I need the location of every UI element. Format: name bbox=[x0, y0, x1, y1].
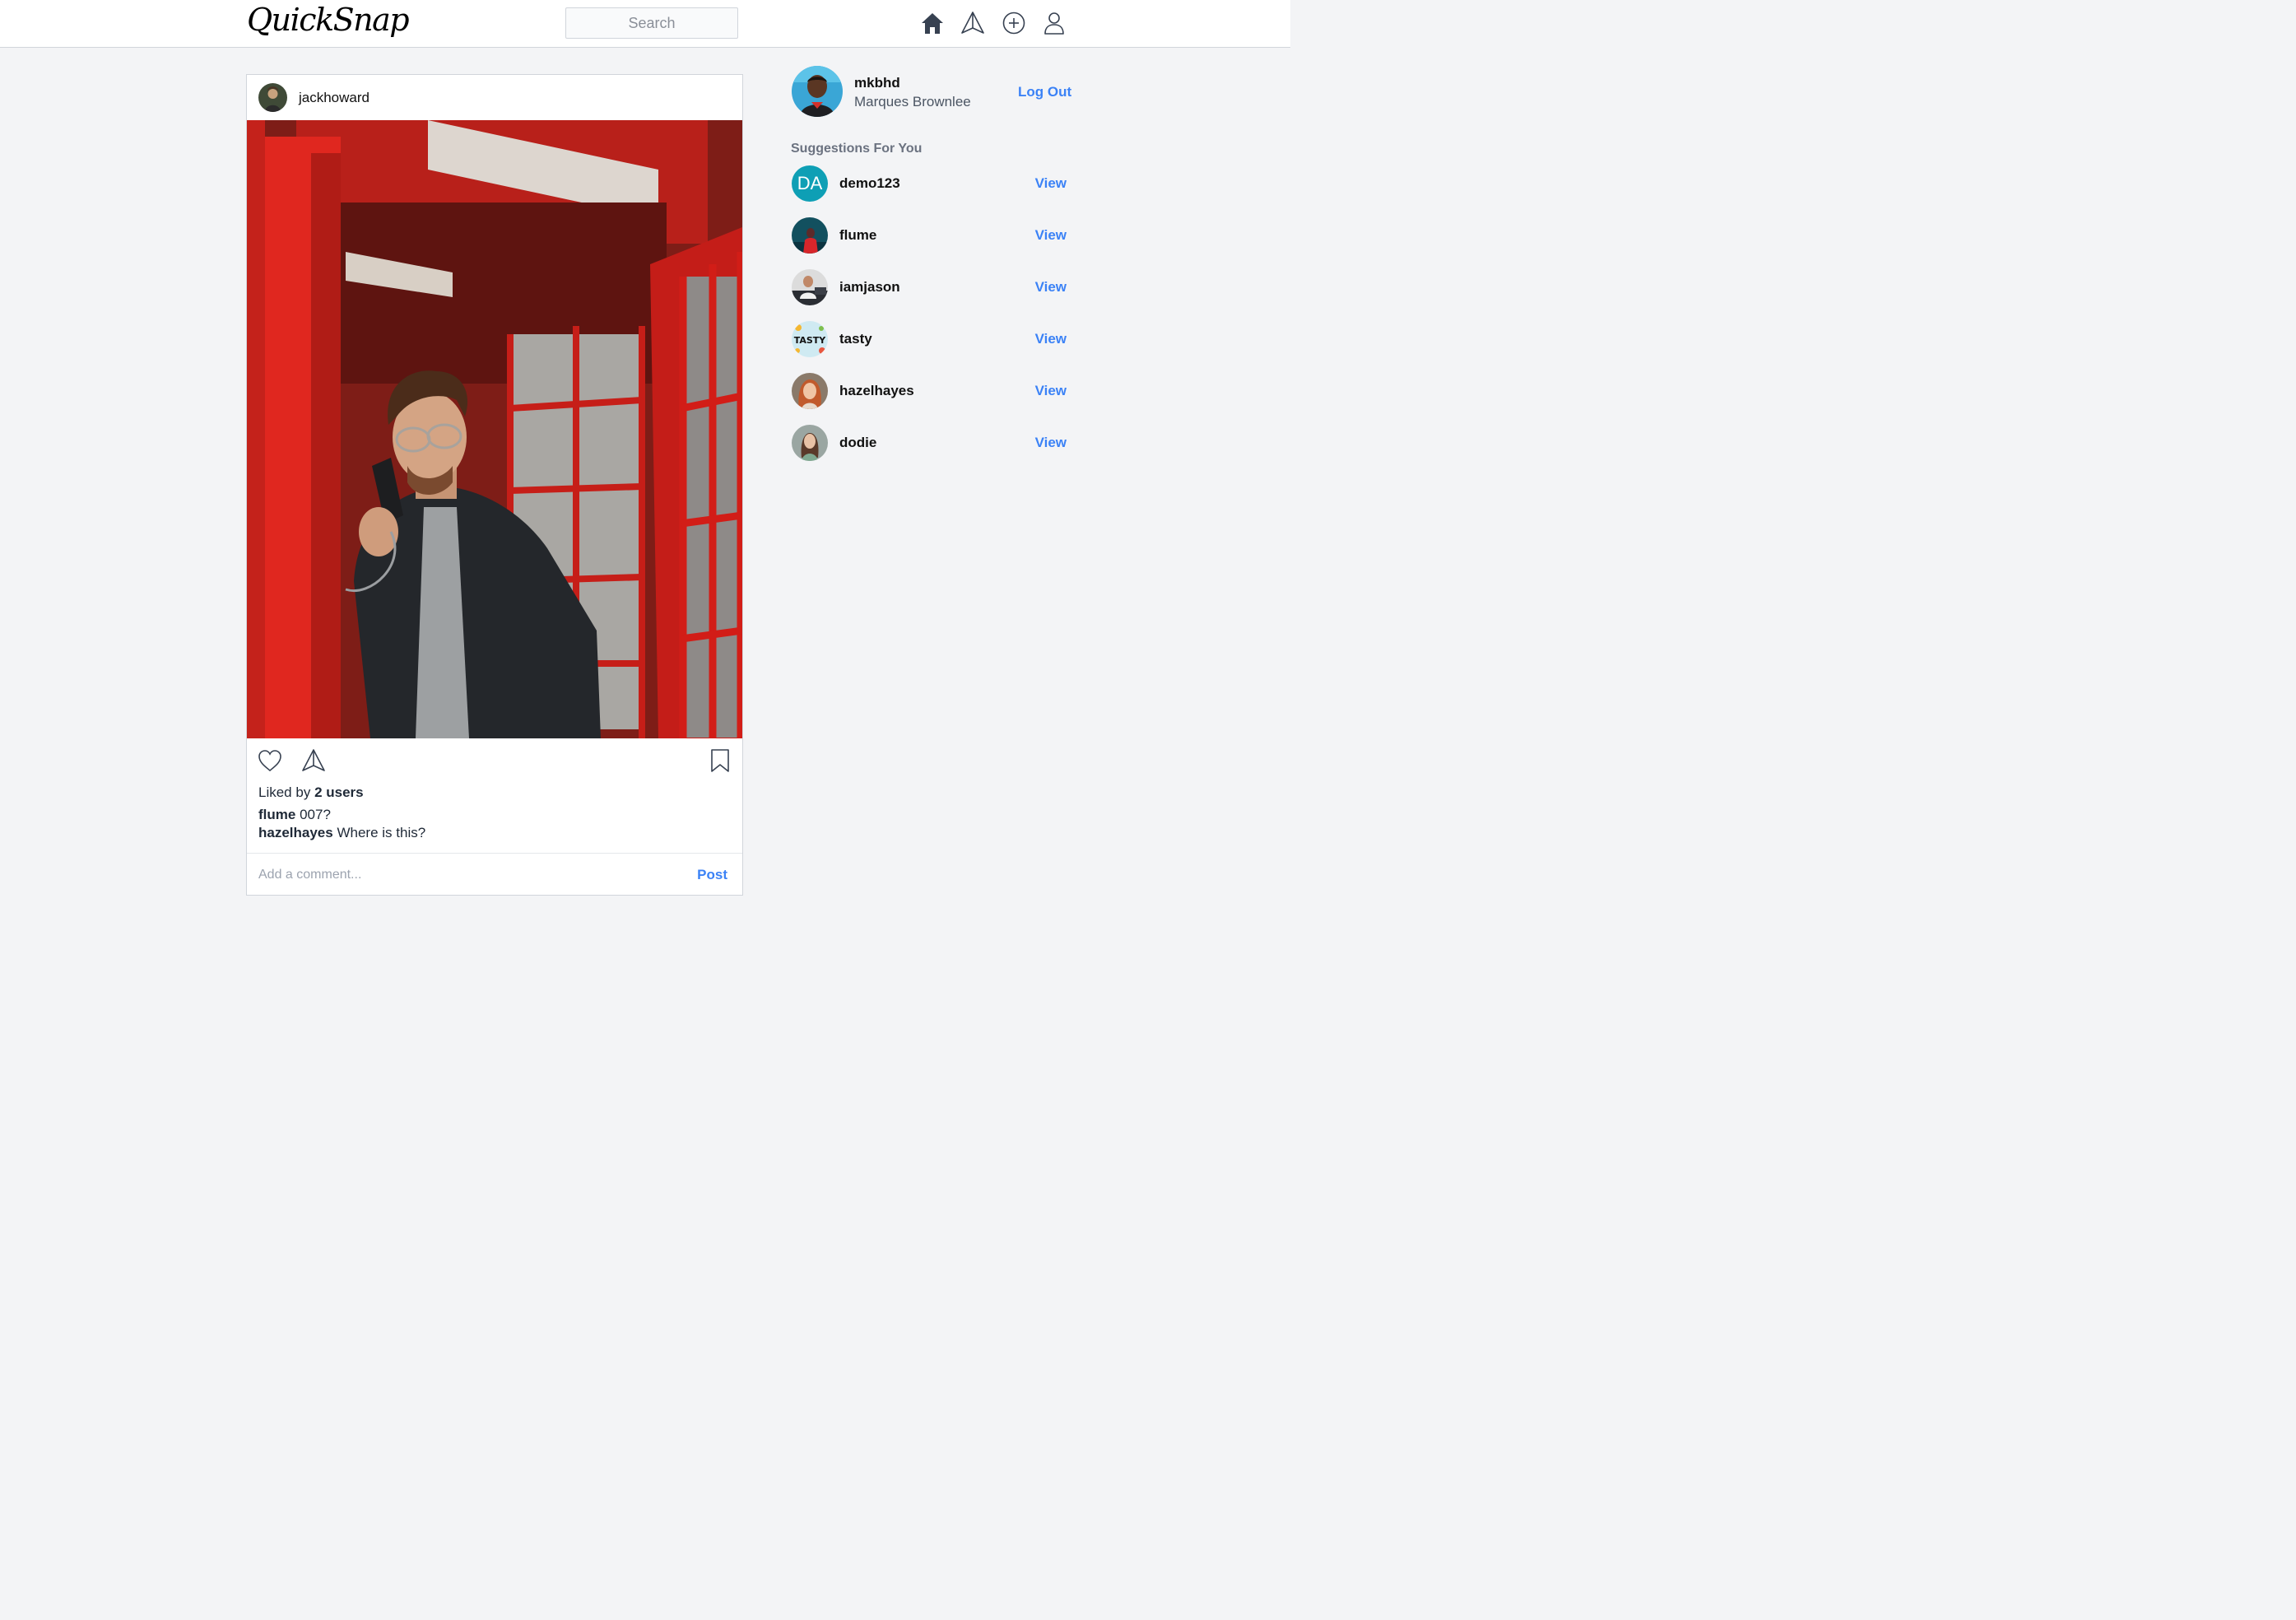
suggestion-avatar[interactable] bbox=[792, 269, 828, 305]
suggestion-username[interactable]: tasty bbox=[839, 331, 872, 347]
top-navbar: QuickSnap bbox=[0, 0, 1290, 48]
view-profile-button[interactable]: View bbox=[1035, 331, 1067, 347]
current-user-avatar[interactable] bbox=[792, 66, 843, 117]
likes-summary: Liked by 2 users bbox=[258, 784, 364, 801]
post-author-username[interactable]: jackhoward bbox=[299, 90, 369, 106]
suggestion-username[interactable]: dodie bbox=[839, 435, 876, 451]
like-heart-icon[interactable] bbox=[257, 747, 283, 774]
share-icon[interactable] bbox=[300, 747, 327, 774]
post-card: jackhoward Liked by 2 users flume 007? h… bbox=[246, 74, 743, 896]
suggestion-item: iamjason View bbox=[792, 269, 1071, 305]
suggestions-heading: Suggestions For You bbox=[791, 142, 923, 156]
post-author-avatar[interactable] bbox=[258, 83, 287, 112]
suggestion-avatar[interactable]: TASTY bbox=[792, 321, 828, 357]
suggestion-item: DA demo123 View bbox=[792, 165, 1071, 202]
likes-count[interactable]: 2 users bbox=[314, 784, 364, 800]
suggestion-avatar[interactable] bbox=[792, 373, 828, 409]
view-profile-button[interactable]: View bbox=[1035, 227, 1067, 244]
suggestion-item: hazelhayes View bbox=[792, 373, 1071, 409]
comment-item: flume 007? bbox=[258, 807, 331, 823]
comment-author[interactable]: hazelhayes bbox=[258, 825, 333, 840]
suggestion-username[interactable]: flume bbox=[839, 227, 876, 244]
comment-author[interactable]: flume bbox=[258, 807, 295, 822]
view-profile-button[interactable]: View bbox=[1035, 383, 1067, 399]
app-logo[interactable]: QuickSnap bbox=[247, 2, 410, 38]
post-photo[interactable] bbox=[247, 120, 742, 738]
view-profile-button[interactable]: View bbox=[1035, 435, 1067, 451]
svg-text:TASTY: TASTY bbox=[794, 335, 827, 346]
profile-icon[interactable] bbox=[1041, 10, 1067, 36]
explore-icon[interactable] bbox=[960, 10, 986, 36]
view-profile-button[interactable]: View bbox=[1035, 175, 1067, 192]
comment-text: Where is this? bbox=[337, 825, 426, 840]
suggestion-avatar[interactable] bbox=[792, 425, 828, 461]
suggestion-username[interactable]: iamjason bbox=[839, 279, 900, 296]
search-input[interactable] bbox=[565, 7, 738, 39]
bookmark-icon[interactable] bbox=[707, 747, 733, 774]
comment-text: 007? bbox=[300, 807, 331, 822]
current-user-username[interactable]: mkbhd bbox=[854, 75, 900, 91]
home-icon[interactable] bbox=[919, 10, 946, 36]
post-header: jackhoward bbox=[247, 75, 742, 120]
suggestion-item: dodie View bbox=[792, 425, 1071, 461]
suggestion-item: flume View bbox=[792, 217, 1071, 254]
post-comment-button[interactable]: Post bbox=[697, 867, 727, 883]
comment-form: Post bbox=[247, 853, 742, 896]
likes-prefix: Liked by bbox=[258, 784, 311, 800]
view-profile-button[interactable]: View bbox=[1035, 279, 1067, 296]
suggestion-avatar[interactable] bbox=[792, 217, 828, 254]
suggestion-username[interactable]: hazelhayes bbox=[839, 383, 914, 399]
suggestion-item: TASTY tasty View bbox=[792, 321, 1071, 357]
comment-input[interactable] bbox=[258, 864, 670, 886]
add-post-icon[interactable] bbox=[1001, 10, 1027, 36]
comment-item: hazelhayes Where is this? bbox=[258, 825, 425, 841]
suggestion-avatar[interactable]: DA bbox=[792, 165, 828, 202]
suggestion-username[interactable]: demo123 bbox=[839, 175, 900, 192]
current-user-fullname: Marques Brownlee bbox=[854, 94, 971, 109]
logout-button[interactable]: Log Out bbox=[1018, 84, 1071, 100]
